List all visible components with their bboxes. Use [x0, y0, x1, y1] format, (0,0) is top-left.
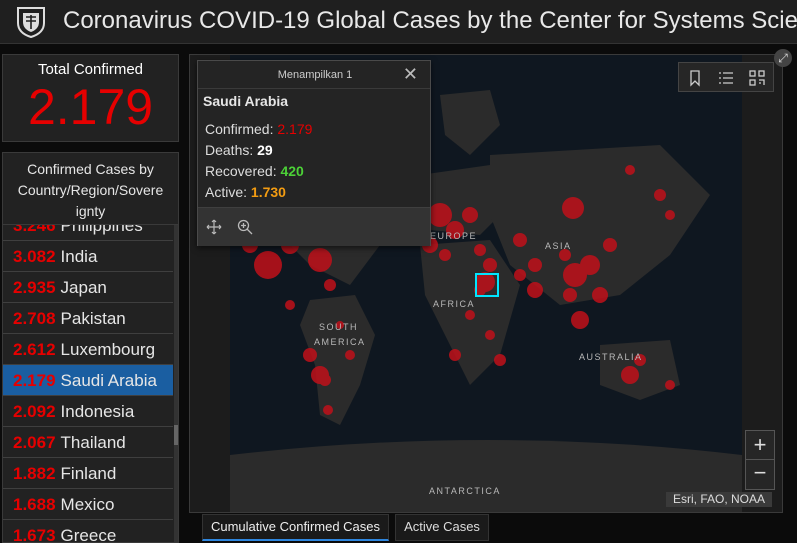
list-item-name: Saudi Arabia	[60, 371, 157, 390]
list-title: Confirmed Cases by Country/Region/Sovere…	[3, 153, 178, 225]
country-popup: Menampilkan 1 ✕ Saudi Arabia Confirmed: …	[197, 60, 431, 246]
list-item-count: 3.082	[13, 247, 56, 266]
list-item-count: 2.935	[13, 278, 56, 297]
zoom-control: + −	[745, 430, 775, 490]
list-item-name: Pakistan	[60, 309, 126, 328]
list-item-name: Indonesia	[60, 402, 135, 421]
list-title-line: ignty	[75, 203, 106, 219]
legend-list-icon[interactable]	[717, 69, 735, 87]
confirmed-label: Confirmed:	[205, 121, 274, 137]
list-item-count: 1.882	[13, 464, 56, 483]
map-label-europe: EUROPE	[430, 231, 477, 241]
popup-title: Saudi Arabia	[203, 93, 289, 109]
list-item-count: 2.179	[13, 371, 56, 390]
tab-cumulative-confirmed[interactable]: Cumulative Confirmed Cases	[202, 514, 389, 541]
popup-content: Confirmed: 2.179 Deaths: 29 Recovered: 4…	[198, 109, 430, 203]
list-item[interactable]: 1.673 Greece	[3, 520, 173, 543]
popup-header: Menampilkan 1 ✕	[198, 61, 430, 89]
list-item-name: Finland	[60, 464, 117, 483]
map-label-australia: AUSTRALIA	[579, 352, 643, 362]
expand-icon[interactable]: ⤢	[774, 49, 792, 67]
list-scrollbar[interactable]	[174, 225, 178, 542]
list-item[interactable]: 3.082 India	[3, 241, 173, 272]
list-item[interactable]: 1.688 Mexico	[3, 489, 173, 520]
university-shield-logo	[17, 7, 45, 39]
popup-actions	[198, 207, 430, 246]
zoom-out-button[interactable]: −	[746, 460, 774, 489]
map-label-asia: ASIA	[545, 241, 572, 251]
close-icon[interactable]: ✕	[403, 64, 418, 85]
popup-paging: Menampilkan 1	[277, 69, 353, 81]
country-list[interactable]: 3.246 Philippines 3.082 India 2.935 Japan 2…	[3, 210, 173, 543]
list-item-count: 2.092	[13, 402, 56, 421]
list-item[interactable]: 2.935 Japan	[3, 272, 173, 303]
map-attribution: Esri, FAO, NOAA	[666, 492, 772, 507]
active-value: 1.730	[250, 184, 286, 200]
recovered-value: 420	[280, 163, 304, 179]
list-item-count: 2.612	[13, 340, 56, 359]
list-item-name: Thailand	[60, 433, 126, 452]
deaths-label: Deaths:	[205, 142, 254, 158]
list-item-name: Luxembourg	[60, 340, 156, 359]
map-label-south-america: AMERICA	[314, 337, 366, 347]
list-item[interactable]: 1.882 Finland	[3, 458, 173, 489]
confirmed-by-country-panel: 3.246 Philippines 3.082 India 2.935 Japan 2…	[2, 152, 179, 543]
total-confirmed-label: Total Confirmed	[37, 61, 144, 78]
zoom-to-icon[interactable]	[237, 219, 253, 235]
list-item-name: Greece	[60, 526, 117, 543]
list-item-count: 1.673	[13, 526, 56, 543]
bookmark-icon[interactable]	[686, 69, 704, 87]
map-widget-bar	[678, 62, 774, 92]
list-item-name: India	[60, 247, 98, 266]
map-label-south-america: SOUTH	[319, 322, 358, 332]
qr-code-icon[interactable]	[748, 69, 766, 87]
list-item[interactable]: 2.067 Thailand	[3, 427, 173, 458]
map-label-africa: AFRICA	[433, 299, 475, 309]
header-bar: Coronavirus COVID-19 Global Cases by the…	[0, 0, 797, 44]
total-confirmed-card: Total Confirmed 2.179	[2, 54, 179, 142]
recovered-label: Recovered:	[205, 163, 277, 179]
tab-active-cases[interactable]: Active Cases	[395, 514, 489, 541]
deaths-value: 29	[257, 142, 273, 158]
list-title-line: Confirmed Cases by	[27, 161, 154, 177]
list-item-count: 2.708	[13, 309, 56, 328]
list-item-count: 1.688	[13, 495, 56, 514]
zoom-in-button[interactable]: +	[746, 431, 774, 460]
list-item[interactable]: 2.708 Pakistan	[3, 303, 173, 334]
total-confirmed-value: 2.179	[27, 79, 154, 135]
confirmed-value: 2.179	[277, 121, 313, 137]
list-item[interactable]: 2.612 Luxembourg	[3, 334, 173, 365]
list-title-line: Country/Region/Sovere	[17, 182, 164, 198]
list-item-count: 2.067	[13, 433, 56, 452]
map-label-antarctica: ANTARCTICA	[429, 486, 501, 496]
list-item-name: Japan	[60, 278, 107, 297]
active-label: Active:	[205, 184, 248, 200]
scrollbar-thumb[interactable]	[174, 425, 178, 445]
list-item-selected[interactable]: 2.179 Saudi Arabia	[3, 365, 173, 396]
list-item[interactable]: 2.092 Indonesia	[3, 396, 173, 427]
list-item-name: Mexico	[60, 495, 115, 514]
page-title: Coronavirus COVID-19 Global Cases by the…	[63, 7, 797, 34]
pan-icon[interactable]	[206, 219, 222, 235]
